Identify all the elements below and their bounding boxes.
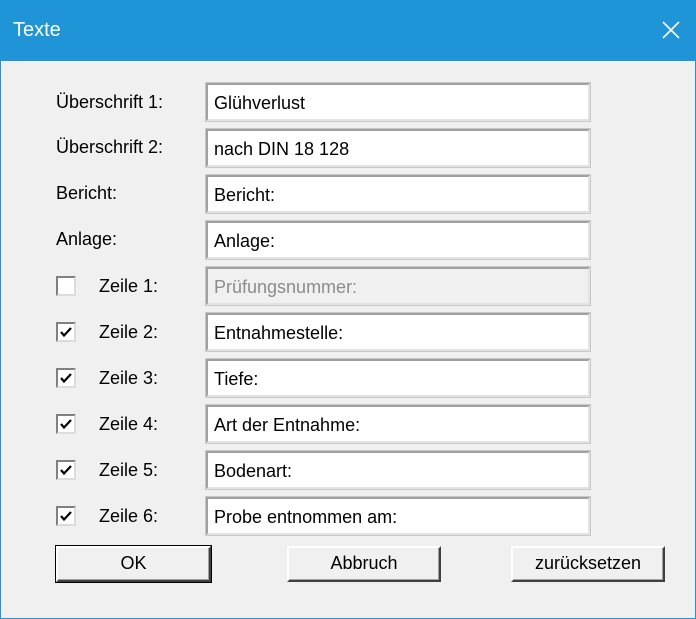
ueberschrift-1-input[interactable]: Glühverlust: [205, 82, 591, 122]
label-anlage: Anlage:: [56, 229, 118, 249]
zeile-3-value: Tiefe:: [214, 369, 259, 389]
zeile-2-input[interactable]: Entnahmestelle:: [205, 312, 591, 352]
zeile-4-input[interactable]: Art der Entnahme:: [205, 404, 591, 444]
window-title: Texte: [13, 19, 61, 41]
zeile-5-input[interactable]: Bodenart:: [205, 450, 591, 490]
zeile-6-value: Probe entnommen am:: [214, 507, 398, 527]
zeile-3-checkbox[interactable]: [56, 368, 76, 388]
checkmark-icon: [60, 327, 72, 338]
checkmark-icon: [60, 465, 72, 476]
cancel-button[interactable]: Abbruch: [287, 546, 441, 582]
zeile-5-value: Bodenart:: [214, 461, 293, 481]
label-ueberschrift-1: Überschrift 1:: [56, 92, 164, 112]
anlage-value: Anlage:: [214, 231, 276, 251]
texte-dialog: Texte Überschrift 1: Glühverlust Übersch…: [0, 0, 696, 619]
label-zeile-1: Zeile 1:: [99, 276, 159, 296]
label-bericht: Bericht:: [56, 183, 118, 203]
anlage-input[interactable]: Anlage:: [205, 220, 591, 260]
label-zeile-3: Zeile 3:: [99, 368, 159, 388]
zeile-4-checkbox[interactable]: [56, 414, 76, 434]
ueberschrift-2-input[interactable]: nach DIN 18 128: [205, 128, 591, 168]
zeile-6-input[interactable]: Probe entnommen am:: [205, 496, 591, 536]
close-button[interactable]: [653, 13, 689, 49]
ueberschrift-2-value: nach DIN 18 128: [214, 139, 350, 159]
bericht-value: Bericht:: [214, 185, 276, 205]
checkmark-icon: [60, 419, 72, 430]
title-bar[interactable]: Texte: [1, 1, 695, 61]
ok-button[interactable]: OK: [55, 545, 212, 583]
reset-button[interactable]: zurücksetzen: [511, 546, 665, 582]
bericht-input[interactable]: Bericht:: [205, 174, 591, 214]
label-ueberschrift-2: Überschrift 2:: [56, 137, 164, 157]
label-zeile-5: Zeile 5:: [99, 460, 159, 480]
label-zeile-6: Zeile 6:: [99, 506, 159, 526]
zeile-1-checkbox[interactable]: [56, 276, 76, 296]
zeile-2-checkbox[interactable]: [56, 322, 76, 342]
zeile-1-input[interactable]: Prüfungsnummer:: [205, 266, 591, 306]
zeile-5-checkbox[interactable]: [56, 460, 76, 480]
label-zeile-4: Zeile 4:: [99, 414, 159, 434]
label-zeile-2: Zeile 2:: [99, 322, 159, 342]
ueberschrift-1-value: Glühverlust: [214, 93, 306, 113]
checkmark-icon: [60, 511, 72, 522]
zeile-4-value: Art der Entnahme:: [214, 415, 361, 435]
zeile-3-input[interactable]: Tiefe:: [205, 358, 591, 398]
zeile-1-value: Prüfungsnummer:: [214, 277, 358, 297]
checkmark-icon: [60, 373, 72, 384]
zeile-6-checkbox[interactable]: [56, 506, 76, 526]
close-icon: [653, 13, 689, 49]
zeile-2-value: Entnahmestelle:: [214, 323, 344, 343]
